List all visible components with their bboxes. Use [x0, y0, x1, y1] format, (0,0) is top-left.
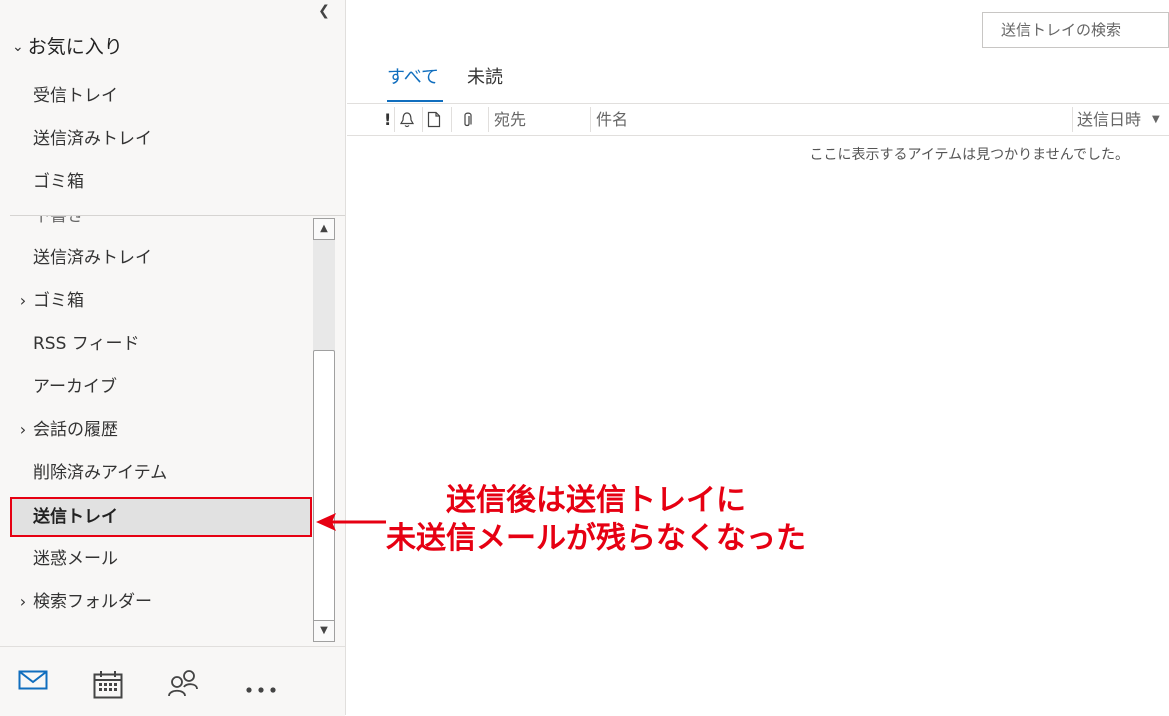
folder-label: アーカイブ — [33, 377, 117, 397]
bell-icon — [399, 112, 415, 128]
folder-item-junk[interactable]: 迷惑メール — [0, 545, 310, 573]
folder-label: ゴミ箱 — [33, 291, 84, 311]
column-separator — [394, 107, 395, 132]
folder-label: 下書き — [33, 216, 84, 226]
column-separator — [1072, 107, 1073, 132]
column-separator — [451, 107, 452, 132]
search-box[interactable] — [982, 12, 1169, 48]
annotation-line-2: 未送信メールが残らなくなった — [386, 521, 806, 556]
favorite-item-trash[interactable]: ゴミ箱 — [33, 168, 84, 196]
folder-item-rss[interactable]: RSS フィード — [0, 330, 310, 358]
folder-item-trash[interactable]: › ゴミ箱 — [0, 287, 310, 315]
folder-item-archive[interactable]: アーカイブ — [0, 373, 310, 401]
favorite-item-sent[interactable]: 送信済みトレイ — [33, 125, 152, 153]
tab-unread[interactable]: 未読 — [467, 64, 503, 100]
annotation-text: 送信後は送信トレイに 未送信メールが残らなくなった — [386, 482, 806, 558]
scroll-down-button[interactable]: ▼ — [313, 620, 335, 642]
folder-item-outbox[interactable]: 送信トレイ — [10, 497, 312, 537]
search-input[interactable] — [999, 13, 1163, 47]
annotation-line-1: 送信後は送信トレイに — [446, 483, 746, 518]
chevron-right-icon[interactable]: › — [16, 287, 30, 315]
annotation-arrow-icon — [316, 513, 386, 531]
scroll-up-button[interactable]: ▲ — [313, 218, 335, 240]
favorites-title: お気に入り — [27, 36, 123, 58]
column-separator — [488, 107, 489, 132]
more-icon[interactable] — [245, 679, 279, 698]
scroll-thumb[interactable] — [313, 350, 335, 640]
column-header: ! 宛先 件名 送信日時 ▼ — [347, 103, 1169, 136]
folder-label: 送信済みトレイ — [33, 248, 152, 268]
mail-icon[interactable] — [18, 669, 48, 695]
attachment-column[interactable] — [461, 104, 479, 135]
folder-item-conversation-history[interactable]: › 会話の履歴 — [0, 416, 310, 444]
folder-scrollbar[interactable]: ▲ ▼ — [313, 218, 335, 642]
favorites-header[interactable]: ⌄ お気に入り — [12, 33, 123, 61]
folder-item-search-folders[interactable]: › 検索フォルダー — [0, 588, 310, 616]
chevron-down-icon: ⌄ — [12, 39, 24, 55]
folder-item-deleted[interactable]: 削除済みアイテム — [0, 459, 310, 487]
importance-column[interactable]: ! — [384, 104, 394, 135]
empty-list-message: ここに表示するアイテムは見つかりませんでした。 — [809, 147, 1129, 163]
scroll-track[interactable] — [313, 240, 335, 640]
folder-list: 下書き 送信済みトレイ › ゴミ箱 RSS フィード アーカイブ › 会話の履歴… — [0, 216, 345, 644]
sent-column[interactable]: 送信日時 — [1077, 104, 1152, 135]
bottom-nav — [0, 646, 345, 716]
item-type-column[interactable] — [427, 104, 445, 135]
folder-label: 迷惑メール — [33, 549, 118, 569]
column-separator — [590, 107, 591, 132]
folder-label: 送信トレイ — [33, 507, 118, 527]
tab-all[interactable]: すべて — [387, 64, 443, 102]
reminder-column[interactable] — [399, 104, 417, 135]
folder-label: 会話の履歴 — [33, 420, 118, 440]
chevron-right-icon[interactable]: › — [16, 416, 30, 444]
folder-label: 削除済みアイテム — [33, 463, 168, 483]
collapse-pane-icon[interactable]: ❮ — [316, 2, 332, 20]
sort-desc-icon[interactable]: ▼ — [1152, 104, 1166, 135]
calendar-icon[interactable] — [93, 671, 123, 703]
subject-column[interactable]: 件名 — [596, 104, 1066, 135]
document-icon — [427, 111, 441, 128]
people-icon[interactable] — [167, 669, 199, 701]
to-column[interactable]: 宛先 — [494, 104, 584, 135]
folder-label: 検索フォルダー — [33, 592, 152, 612]
column-separator — [422, 107, 423, 132]
favorite-item-inbox[interactable]: 受信トレイ — [33, 82, 118, 110]
folder-label: RSS フィード — [33, 334, 140, 354]
folder-item-sent[interactable]: 送信済みトレイ — [0, 244, 310, 272]
paperclip-icon — [464, 112, 472, 127]
folder-item-drafts[interactable]: 下書き — [0, 216, 310, 230]
chevron-right-icon[interactable]: › — [16, 588, 30, 616]
